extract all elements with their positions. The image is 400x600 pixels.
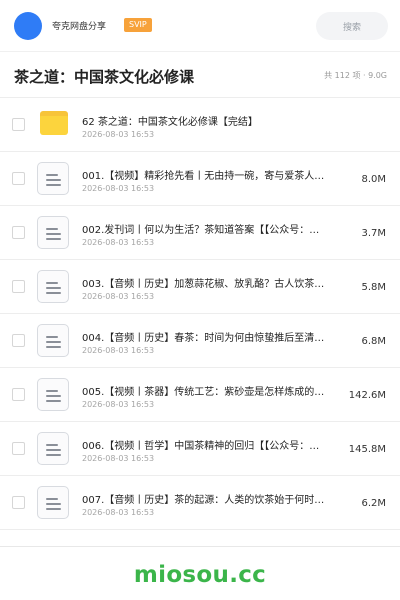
item-name: 006.【视频丨哲学】中国茶精神的回归【【公众号：… [82,441,320,452]
list-item-folder[interactable]: 62 茶之道：中国茶文化必修课【完结】 2026-08-03 16:53 [0,98,400,152]
document-icon [37,378,69,411]
document-icon [37,216,69,249]
document-icon [37,486,69,519]
list-item[interactable]: 003.【音频丨历史】加葱蒜花椒、放乳酪？古人饮茶… 2026-08-03 16… [0,260,400,314]
footer-divider [0,546,400,547]
item-date: 2026-08-03 16:53 [82,130,155,139]
list-item[interactable]: 005.【视频丨茶器】传统工艺：紫砂壶是怎样炼成的… 2026-08-03 16… [0,368,400,422]
select-checkbox[interactable] [12,388,25,401]
site-watermark: miosou.cc [133,562,267,588]
select-checkbox[interactable] [12,118,25,131]
item-size: 145.8M [348,444,386,455]
item-date: 2026-08-03 16:53 [82,292,155,301]
document-icon [37,270,69,303]
item-name: 001.【视频】精彩抢先看丨无由持一碗，寄与爱茶人… [82,171,325,182]
item-size: 6.2M [361,498,386,509]
item-size: 3.7M [361,228,386,239]
document-icon [37,324,69,357]
select-checkbox[interactable] [12,442,25,455]
select-checkbox[interactable] [12,226,25,239]
list-item[interactable]: 006.【视频丨哲学】中国茶精神的回归【【公众号：… 2026-08-03 16… [0,422,400,476]
item-name: 007.【音频丨历史】茶的起源：人类的饮茶始于何时… [82,495,325,506]
list-item[interactable]: 007.【音频丨历史】茶的起源：人类的饮茶始于何时… 2026-08-03 16… [0,476,400,530]
folder-icon [40,111,68,135]
page-title: 茶之道：中国茶文化必修课 [14,68,195,86]
folder-title-bar: 茶之道：中国茶文化必修课 共 112 项 · 9.0G [0,52,400,98]
item-name: 002.发刊词丨何以为生活？茶知道答案【【公众号：… [82,225,320,236]
item-count-size-summary: 共 112 项 · 9.0G [324,71,387,80]
item-name: 004.【音频丨历史】春茶：时间为何由惊蛰推后至清… [82,333,325,344]
search-placeholder: 搜索 [342,22,361,33]
select-checkbox[interactable] [12,496,25,509]
select-checkbox[interactable] [12,280,25,293]
share-owner-name: 夸克网盘分享 [52,22,107,32]
avatar[interactable] [14,12,42,40]
list-item[interactable]: 001.【视频】精彩抢先看丨无由持一碗，寄与爱茶人… 2026-08-03 16… [0,152,400,206]
select-checkbox[interactable] [12,172,25,185]
item-size: 5.8M [361,282,386,293]
document-icon [37,432,69,465]
document-icon [37,162,69,195]
item-name: 003.【音频丨历史】加葱蒜花椒、放乳酪？古人饮茶… [82,279,325,290]
item-date: 2026-08-03 16:53 [82,400,155,409]
item-size: 8.0M [361,174,386,185]
item-size: 6.8M [361,336,386,347]
search-input[interactable]: 搜索 [316,12,388,40]
svip-badge: SVIP [124,18,152,32]
item-date: 2026-08-03 16:53 [82,238,155,247]
select-checkbox[interactable] [12,334,25,347]
file-list: 62 茶之道：中国茶文化必修课【完结】 2026-08-03 16:53 001… [0,98,400,530]
item-name: 62 茶之道：中国茶文化必修课【完结】 [82,117,258,128]
item-name: 005.【视频丨茶器】传统工艺：紫砂壶是怎样炼成的… [82,387,325,398]
item-date: 2026-08-03 16:53 [82,508,155,517]
item-date: 2026-08-03 16:53 [82,184,155,193]
item-size: 142.6M [348,390,386,401]
item-date: 2026-08-03 16:53 [82,346,155,355]
list-item[interactable]: 004.【音频丨历史】春茶：时间为何由惊蛰推后至清… 2026-08-03 16… [0,314,400,368]
header-bar: 夸克网盘分享 SVIP 搜索 [0,0,400,52]
list-item[interactable]: 002.发刊词丨何以为生活？茶知道答案【【公众号：… 2026-08-03 16… [0,206,400,260]
item-date: 2026-08-03 16:53 [82,454,155,463]
